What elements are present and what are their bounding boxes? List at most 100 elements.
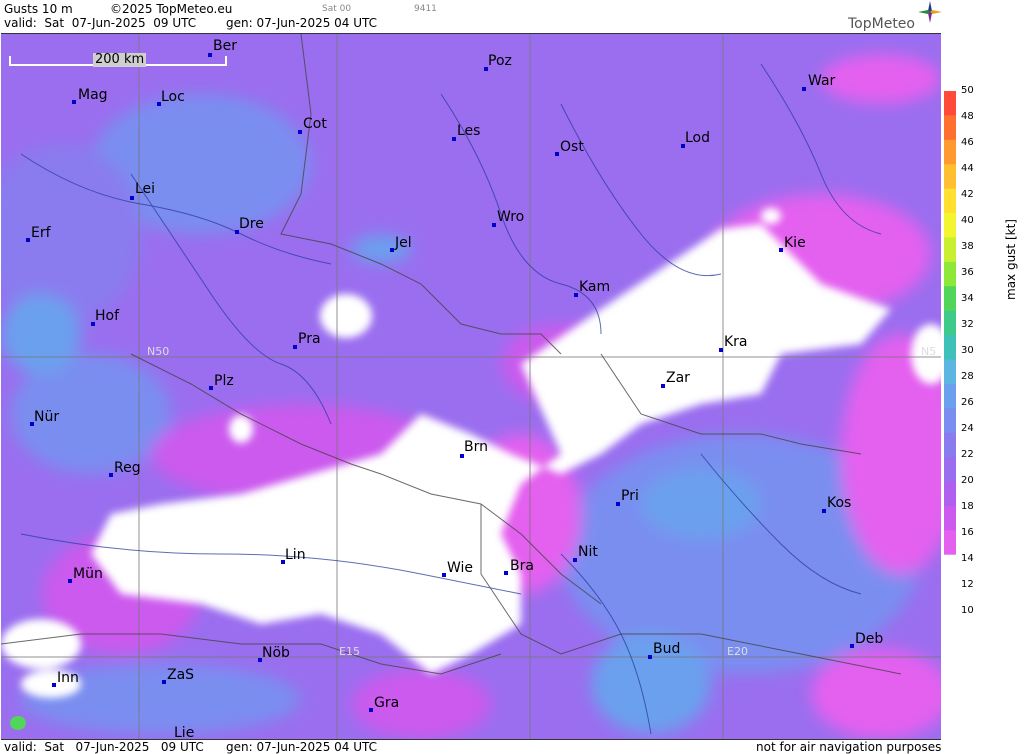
city-label-brn[interactable]: Brn xyxy=(464,440,488,454)
city-label-nit[interactable]: Nit xyxy=(578,545,598,559)
city-label-wie[interactable]: Wie xyxy=(447,561,473,575)
city-label-lie[interactable]: Lie xyxy=(174,726,194,739)
city-dot-erf xyxy=(26,238,30,242)
city-dot-bud xyxy=(648,655,652,659)
city-label-lin[interactable]: Lin xyxy=(285,548,306,562)
city-dot-wie xyxy=(442,573,446,577)
city-label-gra[interactable]: Gra xyxy=(374,696,399,710)
city-label-poz[interactable]: Poz xyxy=(488,54,512,68)
legend-tick-label: 48 xyxy=(961,111,974,122)
city-dot-les xyxy=(452,137,456,141)
footer-valid-time: valid: Sat 07-Jun-2025 09 UTC xyxy=(4,740,204,754)
city-label-lod[interactable]: Lod xyxy=(685,131,710,145)
city-label-plz[interactable]: Plz xyxy=(214,374,234,388)
legend-swatch xyxy=(944,115,956,141)
city-label-lei[interactable]: Lei xyxy=(135,182,155,196)
city-dot-jel xyxy=(390,248,394,252)
city-label-les[interactable]: Les xyxy=(457,124,480,138)
city-dot-cot xyxy=(298,130,302,134)
disclaimer: not for air navigation purposes xyxy=(756,740,942,754)
legend-swatch xyxy=(944,188,956,214)
city-dot-nit xyxy=(573,558,577,562)
gust-map[interactable]: N50 N5 E15 E20 200 km Ber Poz War Mag Lo… xyxy=(1,33,941,740)
legend-swatch xyxy=(944,481,956,507)
color-legend xyxy=(944,91,956,580)
footer-gen-time: gen: 07-Jun-2025 04 UTC xyxy=(226,740,378,754)
city-dot-plz xyxy=(209,386,213,390)
legend-swatch xyxy=(944,261,956,287)
city-label-erf[interactable]: Erf xyxy=(31,226,51,240)
legend-swatch xyxy=(944,432,956,458)
city-dot-wro xyxy=(492,223,496,227)
chart-title: Gusts 10 m xyxy=(4,2,73,16)
city-label-kra[interactable]: Kra xyxy=(724,335,748,349)
legend-swatch xyxy=(944,335,956,360)
city-label-deb[interactable]: Deb xyxy=(855,632,883,646)
city-dot-pra xyxy=(293,345,297,349)
city-dot-deb xyxy=(850,644,854,648)
city-label-ber[interactable]: Ber xyxy=(213,39,237,53)
city-label-kos[interactable]: Kos xyxy=(827,496,851,510)
city-label-nob[interactable]: Nöb xyxy=(262,646,290,660)
city-label-wro[interactable]: Wro xyxy=(497,210,524,224)
legend-swatch xyxy=(944,139,956,165)
city-dot-kos xyxy=(822,509,826,513)
legend-swatch xyxy=(944,164,956,190)
city-label-nur[interactable]: Nür xyxy=(34,410,59,424)
legend-swatch xyxy=(944,457,956,482)
city-dot-bra xyxy=(504,571,508,575)
city-label-reg[interactable]: Reg xyxy=(114,461,141,475)
legend-tick-label: 14 xyxy=(961,553,974,564)
city-label-ost[interactable]: Ost xyxy=(560,140,584,154)
city-dot-inn xyxy=(52,683,56,687)
city-label-war[interactable]: War xyxy=(808,74,835,88)
city-label-bra[interactable]: Bra xyxy=(510,559,534,573)
legend-tick-label: 16 xyxy=(961,527,974,538)
city-dot-kra xyxy=(719,348,723,352)
legend-swatch xyxy=(944,383,956,409)
city-label-kie[interactable]: Kie xyxy=(784,236,806,250)
city-dot-lei xyxy=(130,196,134,200)
grid-label-e20: E20 xyxy=(727,645,748,658)
legend-swatch xyxy=(944,91,956,116)
legend-tick-label: 28 xyxy=(961,371,974,382)
city-label-cot[interactable]: Cot xyxy=(303,117,327,131)
city-label-bud[interactable]: Bud xyxy=(653,642,680,656)
city-dot-kam xyxy=(574,293,578,297)
city-dot-ost xyxy=(555,152,559,156)
city-label-pra[interactable]: Pra xyxy=(298,332,321,346)
gen-time: gen: 07-Jun-2025 04 UTC xyxy=(226,16,378,30)
legend-swatch xyxy=(944,286,956,312)
city-label-dre[interactable]: Dre xyxy=(239,217,264,231)
city-label-hof[interactable]: Hof xyxy=(95,309,119,323)
legend-swatch xyxy=(944,237,956,263)
city-label-jel[interactable]: Jel xyxy=(395,236,412,250)
legend-swatch xyxy=(944,505,956,531)
scale-label: 200 km xyxy=(93,52,147,67)
legend-tick-label: 38 xyxy=(961,241,974,252)
legend-tick-label: 50 xyxy=(961,85,974,96)
grid-label-n50-left: N50 xyxy=(147,345,170,358)
legend-tick-label: 36 xyxy=(961,267,974,278)
compass-logo-icon xyxy=(918,1,942,23)
city-label-pri[interactable]: Pri xyxy=(621,489,639,503)
city-label-zas[interactable]: ZaS xyxy=(167,668,194,682)
city-label-mun[interactable]: Mün xyxy=(73,567,103,581)
city-label-kam[interactable]: Kam xyxy=(579,280,610,294)
legend-tick-label: 34 xyxy=(961,293,974,304)
city-label-zar[interactable]: Zar xyxy=(666,371,690,385)
legend-tick-label: 26 xyxy=(961,397,974,408)
city-label-loc[interactable]: Loc xyxy=(161,90,185,104)
legend-tick-label: 44 xyxy=(961,163,974,174)
map-frame: Gusts 10 m ©2025 TopMeteo.eu Sat 00 9411… xyxy=(0,0,1033,754)
legend-tick-label: 12 xyxy=(961,579,974,590)
city-dot-gra xyxy=(369,708,373,712)
legend-swatch xyxy=(944,554,956,580)
city-dot-reg xyxy=(109,473,113,477)
city-label-inn[interactable]: Inn xyxy=(57,671,79,685)
topmeteo-logo: TopMeteo xyxy=(848,16,915,32)
legend-tick-label: 30 xyxy=(961,345,974,356)
grid-label-n50-right: N5 xyxy=(921,345,937,358)
city-label-mag[interactable]: Mag xyxy=(78,88,108,102)
city-dot-war xyxy=(802,87,806,91)
